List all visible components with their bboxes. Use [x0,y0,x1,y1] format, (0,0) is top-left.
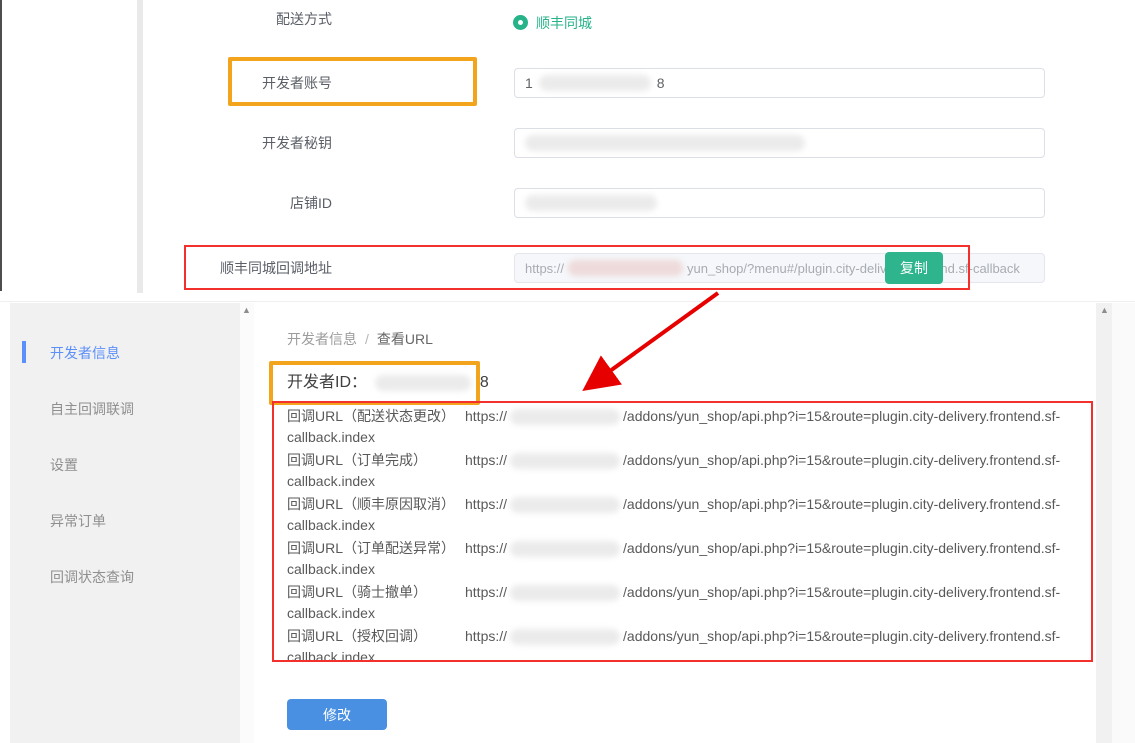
callback-url-row: 回调URL（订单配送异常）https:// /addons/yun_shop/ap… [287,538,1087,580]
callback-address-input[interactable]: https:// yun_shop/?menu#/plugin.city-del… [514,253,1045,283]
shop-id-label: 店铺ID [167,188,332,218]
panel-right-margin [1112,303,1135,743]
callback-url-label: 回调URL（订单完成） [287,450,465,471]
url-prefix: https:// [465,408,507,424]
developer-id-suffix: 8 [480,374,489,391]
copy-button[interactable]: 复制 [885,252,943,284]
callback-url-path: yun_shop/?menu#/plugin.city-delivery.fro… [687,261,1020,276]
panel-scrollbar[interactable] [1096,303,1112,743]
redacted-secret-value [525,135,805,151]
callback-url-list: 回调URL（配送状态更改）https:///addons/yun_shop/ap… [287,406,1087,670]
developer-secret-label: 开发者秘钥 [167,128,332,158]
url-middle: /addons/yun_shop/api.php?i=15&route=plug… [623,452,1060,468]
developer-account-input[interactable]: 1 8 [514,68,1045,98]
modify-button[interactable]: 修改 [287,699,387,730]
radio-selected-icon[interactable] [513,15,528,30]
developer-id-label: 开发者ID： [287,374,367,391]
callback-address-label: 顺丰同城回调地址 [167,253,332,283]
sidebar-scrollbar[interactable] [240,303,254,743]
breadcrumb-parent[interactable]: 开发者信息 [287,331,357,347]
redacted-domain [510,409,620,425]
url-wrap: callback.index [287,559,1087,580]
sidebar-item-callback-status-query[interactable]: 回调状态查询 [50,567,134,587]
developer-secret-input[interactable] [514,128,1045,158]
redacted-domain [510,497,620,513]
vertical-divider [137,0,143,293]
account-value-suffix: 8 [657,75,665,91]
url-prefix: https:// [465,628,507,644]
callback-url-row: 回调URL（配送状态更改）https:// /addons/yun_shop/ap… [287,406,1087,448]
callback-url-row: 回调URL（授权回调）https:// /addons/yun_shop/api.… [287,626,1087,668]
redacted-account-value [539,75,651,91]
callback-url-row: 回调URL（订单完成）https:// /addons/yun_shop/api.… [287,450,1087,492]
breadcrumb-current: 查看URL [377,331,433,347]
callback-url-label: 回调URL（配送状态更改） [287,406,465,427]
callback-url-label: 回调URL（授权回调） [287,626,465,647]
page: 配送方式 顺丰同城 开发者账号 1 8 开发者秘钥 店铺ID 顺丰同城回调地址 … [0,0,1135,743]
url-wrap: callback.index [287,603,1087,624]
window-left-edge [0,0,2,291]
sidebar-active-indicator [22,341,26,363]
callback-url-label: 回调URL（骑士撤单） [287,582,465,603]
developer-account-row: 开发者账号 1 8 [167,68,927,98]
redacted-shop-id-value [525,195,657,211]
callback-url-label: 回调URL（顺丰原因取消） [287,494,465,515]
scroll-up-icon[interactable]: ▲ [1100,306,1109,315]
callback-url-label: 回调URL（订单配送异常） [287,538,465,559]
callback-address-row: 顺丰同城回调地址 https:// yun_shop/?menu#/plugin… [167,253,957,285]
redacted-domain [510,585,620,601]
redacted-domain [510,541,620,557]
url-middle: /addons/yun_shop/api.php?i=15&route=plug… [623,496,1060,512]
delivery-method-option[interactable]: 顺丰同城 [536,14,592,32]
breadcrumb: 开发者信息 / 查看URL [287,329,433,349]
url-middle: /addons/yun_shop/api.php?i=15&route=plug… [623,628,1060,644]
url-prefix: https:// [465,540,507,556]
url-middle: /addons/yun_shop/api.php?i=15&route=plug… [623,584,1060,600]
account-value-prefix: 1 [525,75,533,91]
url-prefix: https:// [465,452,507,468]
url-prefix: https:// [465,584,507,600]
url-wrap: callback.index [287,427,1087,448]
breadcrumb-separator: / [365,331,369,347]
url-wrap: callback.index [287,471,1087,492]
url-wrap: callback.index [287,515,1087,536]
scroll-up-icon[interactable]: ▲ [242,306,251,315]
screenshot-seam [0,301,1135,302]
callback-url-row: 回调URL（骑士撤单）https:// /addons/yun_shop/api.… [287,582,1087,624]
callback-url-row: 回调URL（顺丰原因取消）https:// /addons/yun_shop/ap… [287,494,1087,536]
sidebar-menu: 开发者信息 自主回调联调 设置 异常订单 回调状态查询 [50,343,134,587]
developer-id-line: 开发者ID： 8 [287,368,489,392]
url-middle: /addons/yun_shop/api.php?i=15&route=plug… [623,540,1060,556]
redacted-domain [568,260,683,276]
sidebar-item-settings[interactable]: 设置 [50,455,134,475]
sidebar-item-self-callback-debug[interactable]: 自主回调联调 [50,399,134,419]
shop-id-row: 店铺ID [167,188,927,218]
redacted-domain [510,629,620,645]
redacted-domain [510,453,620,469]
delivery-method-label: 配送方式 [167,4,332,34]
callback-url-prefix: https:// [525,261,564,276]
developer-secret-row: 开发者秘钥 [167,128,927,158]
url-middle: /addons/yun_shop/api.php?i=15&route=plug… [623,408,1060,424]
url-wrap: callback.index [287,647,1087,668]
delivery-method-row: 配送方式 顺丰同城 [167,8,927,38]
sidebar-item-abnormal-orders[interactable]: 异常订单 [50,511,134,531]
url-prefix: https:// [465,496,507,512]
redacted-developer-id [375,375,471,391]
sidebar-item-developer-info[interactable]: 开发者信息 [50,343,134,363]
developer-account-label: 开发者账号 [167,68,332,98]
shop-id-input[interactable] [514,188,1045,218]
